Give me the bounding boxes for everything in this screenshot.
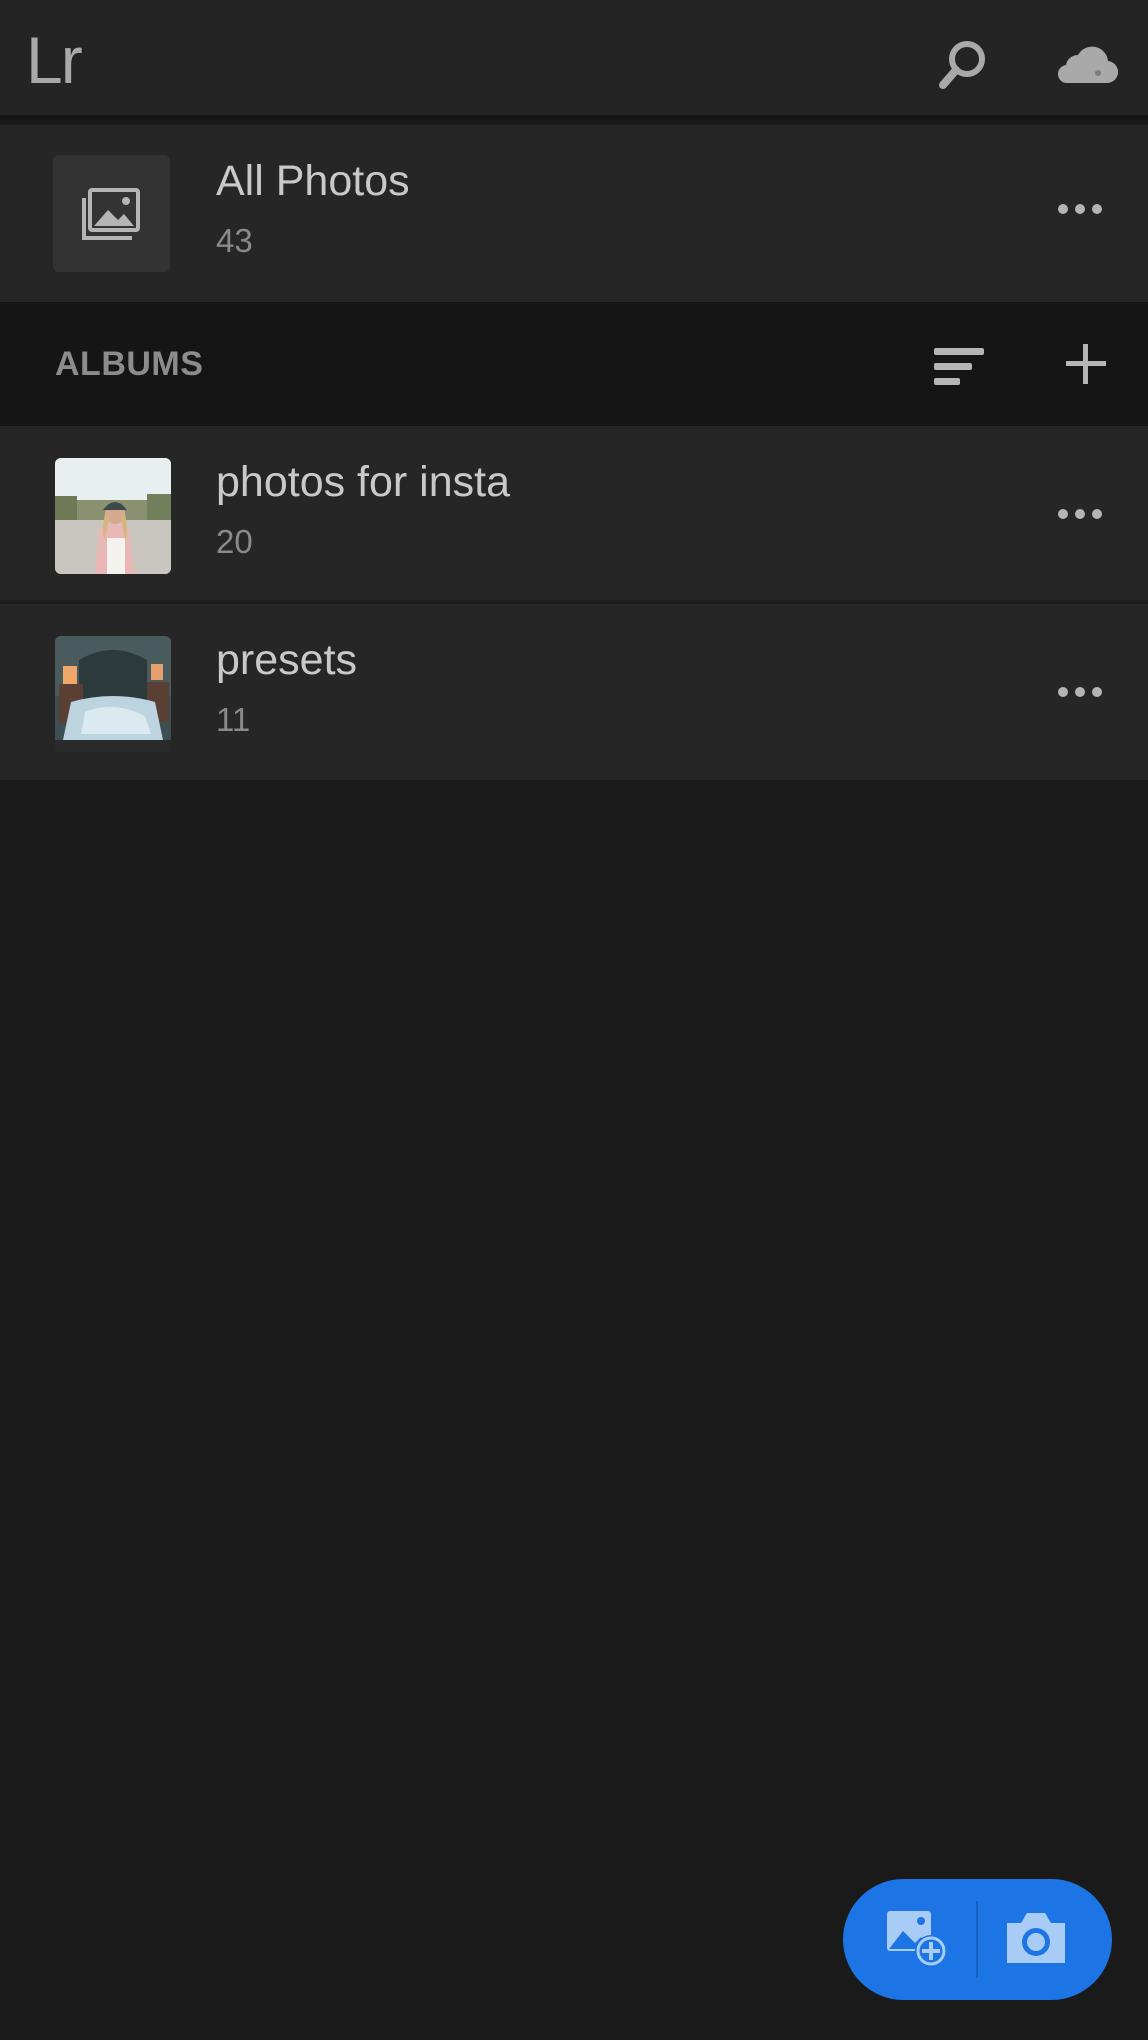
more-options-icon[interactable] — [1050, 189, 1110, 229]
album-title: presets — [216, 636, 358, 684]
top-app-bar: Lr — [0, 0, 1148, 120]
plus-icon[interactable] — [1062, 340, 1110, 388]
add-photo-icon[interactable] — [883, 1907, 953, 1971]
album-count: 11 — [216, 701, 251, 738]
lightroom-library-screen: Lr All Photos 43 ALBUMS photos for insta… — [0, 0, 1148, 2040]
add-photos-fab — [843, 1879, 1112, 2000]
albums-label: ALBUMS — [55, 345, 204, 383]
all-photos-count: 43 — [216, 222, 253, 259]
album-row[interactable]: photos for insta 20 — [0, 426, 1148, 602]
albums-section-header: ALBUMS — [0, 302, 1148, 426]
album-thumbnail — [55, 458, 171, 574]
sort-icon[interactable] — [932, 342, 988, 390]
search-icon[interactable] — [928, 30, 998, 100]
more-options-icon[interactable] — [1050, 672, 1110, 712]
more-options-icon[interactable] — [1050, 494, 1110, 534]
camera-icon[interactable] — [1003, 1909, 1069, 1967]
album-thumbnail — [55, 636, 171, 752]
album-title: photos for insta — [216, 458, 511, 506]
album-count: 20 — [216, 523, 253, 560]
cloud-icon[interactable] — [1046, 30, 1126, 100]
album-row[interactable]: presets 11 — [0, 604, 1148, 780]
photos-stack-icon — [53, 155, 170, 272]
all-photos-row[interactable]: All Photos 43 — [0, 125, 1148, 302]
all-photos-title: All Photos — [216, 157, 410, 205]
app-logo: Lr — [26, 23, 83, 97]
fab-divider — [976, 1901, 978, 1978]
